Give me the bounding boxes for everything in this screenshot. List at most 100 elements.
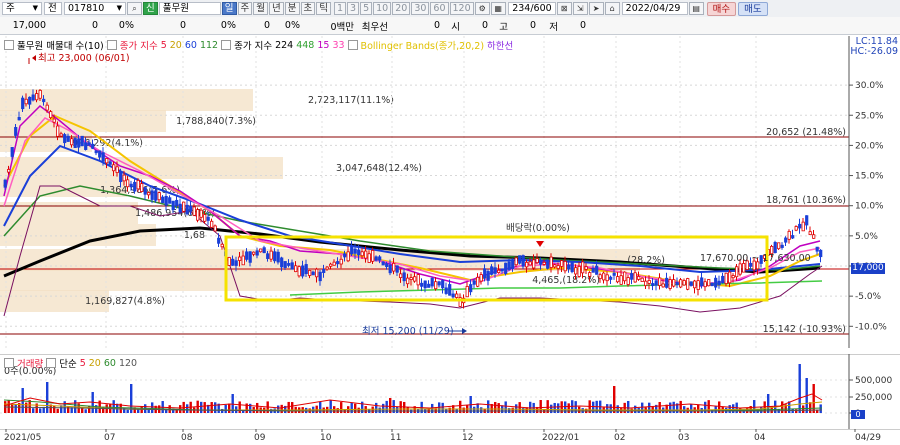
second-button[interactable]: 초 (300, 2, 316, 15)
tick-button[interactable]: 틱 (316, 2, 331, 15)
candle-body (553, 264, 557, 268)
sell-button[interactable]: 매도 (738, 1, 768, 16)
y-tick-label: 30.0% (855, 81, 884, 91)
legend-toggle-icon[interactable] (347, 40, 358, 50)
scale-icon[interactable]: ⇲ (572, 2, 588, 15)
candle-body (588, 272, 592, 277)
candle-body (346, 251, 350, 262)
candle-body (91, 143, 95, 149)
x-tick-label: 02 (614, 433, 625, 443)
min-120-button[interactable]: 120 (449, 2, 474, 15)
ma2-label[interactable]: 종가 지수 (234, 38, 272, 52)
candle-body (322, 268, 326, 273)
candle-body (147, 192, 151, 196)
data-count-field[interactable]: 234/600 (507, 2, 556, 15)
candle-body (143, 187, 147, 195)
min-10-button[interactable]: 10 (373, 2, 392, 15)
volume-ma-label[interactable]: 단순 (59, 356, 76, 370)
candle-body (780, 244, 784, 248)
market-select[interactable]: 주 ▼ (2, 2, 42, 15)
candle-body (525, 261, 529, 268)
legend-toggle-icon[interactable] (46, 358, 57, 368)
candle-body (84, 142, 88, 150)
year-button[interactable]: 년 (269, 2, 284, 15)
value-4: 0% (284, 20, 300, 31)
lower-line-label: 15,142 (-10.93%) (763, 324, 846, 335)
candle-body (59, 133, 63, 137)
legend-title[interactable]: 풀무원 매물대 수(10) (17, 38, 104, 52)
candle-body (136, 179, 140, 190)
stock-name-field[interactable]: 풀무원 (158, 2, 221, 15)
candle-body (542, 261, 546, 265)
price-chart[interactable]: 2,723,117(11.1%)1,788,840(7.3%)996,292(4… (0, 36, 900, 348)
candle-body (126, 179, 130, 188)
legend-toggle-icon[interactable] (106, 40, 117, 50)
volume-bar (448, 407, 451, 413)
candle-body (210, 220, 214, 228)
ma-label[interactable]: 종가 지수 (120, 38, 158, 52)
volume-title[interactable]: 거래량 (17, 356, 43, 370)
buy-button[interactable]: 매수 (706, 1, 737, 16)
candle-body (318, 271, 322, 282)
candle-body (598, 274, 602, 280)
candle-body (437, 281, 441, 286)
candle-body (105, 158, 109, 164)
week-button[interactable]: 주 (237, 2, 253, 15)
candle-body (119, 171, 123, 183)
home-icon[interactable]: ⌂ (604, 2, 620, 15)
candle-body (63, 134, 67, 144)
volume-bar (798, 364, 801, 413)
ruler-icon[interactable]: ▦ (490, 2, 506, 15)
legend-toggle-icon[interactable] (221, 40, 232, 50)
high-value: 0 (529, 20, 536, 31)
candle-body (98, 150, 102, 158)
min-60-button[interactable]: 60 (430, 2, 449, 15)
date-value: 2022/04/29 (625, 3, 681, 14)
volume-bar (396, 406, 399, 413)
y-tick-label: 25.0% (855, 111, 884, 121)
candle-body (49, 111, 53, 119)
volume-bar (809, 402, 812, 413)
arrow-icon[interactable]: ➤ (588, 2, 604, 15)
candle-body (574, 267, 578, 275)
min-30-button[interactable]: 30 (411, 2, 430, 15)
candle-body (682, 280, 686, 286)
candle-body (241, 255, 245, 266)
minute-button[interactable]: 분 (284, 2, 300, 15)
date-input[interactable]: 2022/04/29 (621, 2, 688, 15)
candle-body (234, 260, 238, 266)
volume-bar (277, 405, 280, 413)
settings-icon[interactable]: ⚙ (474, 2, 490, 15)
priority-label: 최우선 (361, 21, 388, 33)
min-20-button[interactable]: 20 (392, 2, 411, 15)
candle-body (325, 266, 329, 270)
candle-body (560, 260, 564, 267)
x-tick-label: 2022/01 (542, 433, 579, 443)
volume-bar (88, 405, 91, 413)
calendar-icon[interactable]: ▤ (688, 2, 704, 15)
y-tick-label: -10.0% (855, 322, 887, 332)
candle-body (476, 276, 480, 287)
candle-body (651, 283, 655, 287)
candle-body (633, 272, 637, 283)
day-button[interactable]: 일 (221, 2, 237, 15)
min-3-button[interactable]: 3 (347, 2, 360, 15)
lock-icon[interactable]: ⊠ (556, 2, 572, 15)
search-icon[interactable]: ⌕ (127, 2, 142, 15)
x-tick-label: 2021/05 (4, 433, 41, 443)
candle-body (196, 209, 200, 221)
candle-body (112, 164, 116, 172)
code-input[interactable]: 017810 ▼ (64, 2, 126, 15)
legend-toggle-icon[interactable] (4, 358, 14, 368)
candle-body (619, 275, 623, 285)
legend-toggle-icon[interactable] (4, 40, 14, 50)
min-5-button[interactable]: 5 (360, 2, 373, 15)
bollinger-label[interactable]: Bollinger Bands(종가,20,2) (361, 38, 484, 52)
candle-body (178, 203, 182, 213)
vol-ma120-label: 120 (118, 357, 138, 369)
period-select[interactable]: 전 (44, 2, 62, 15)
month-button[interactable]: 월 (253, 2, 268, 15)
volume-bar (28, 400, 31, 413)
min-1-button[interactable]: 1 (334, 2, 347, 15)
stock-name: 풀무원 (162, 3, 189, 14)
